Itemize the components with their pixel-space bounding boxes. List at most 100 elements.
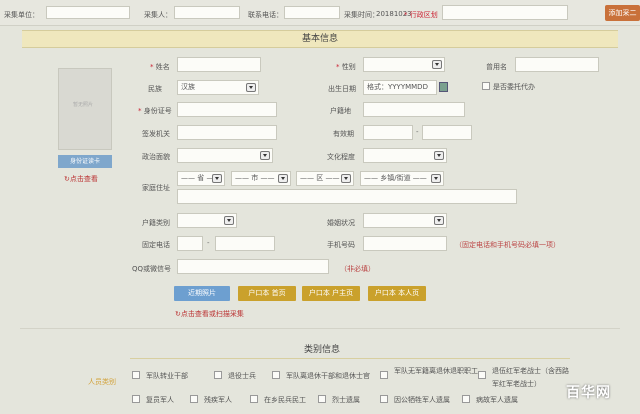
hukou-owner-button[interactable]: 户口本 户主页 (302, 286, 360, 301)
hukou-type-label: 户籍类别 (142, 219, 170, 227)
category-checkbox[interactable] (380, 371, 388, 379)
category-checkbox[interactable] (250, 395, 258, 403)
category-item: 烈士遗属 (332, 396, 360, 404)
street-select[interactable]: —— 乡镇/街道 —— (360, 171, 444, 186)
category-checkbox[interactable] (190, 395, 198, 403)
education-select[interactable] (363, 148, 447, 163)
landline-number-input[interactable] (215, 236, 275, 251)
political-label: 政治面貌 (142, 153, 170, 161)
category-item: 因公牺牲军人遗属 (394, 396, 450, 404)
category-checkbox[interactable] (380, 395, 388, 403)
address-label: 家庭住址 (142, 184, 170, 192)
chevron-down-icon (278, 174, 288, 183)
category-item: 复员军人 (146, 396, 174, 404)
category-item: 病故军人遗属 (476, 396, 518, 404)
qq-label: QQ或微信号 (132, 265, 172, 273)
recent-photo-button[interactable]: 近期照片 (174, 286, 230, 301)
name-input[interactable] (177, 57, 261, 72)
category-checkbox[interactable] (478, 371, 486, 379)
phone-input[interactable] (284, 6, 340, 19)
id-label: 身份证号 (143, 107, 172, 115)
former-name-input[interactable] (515, 57, 599, 72)
category-checkbox[interactable] (132, 395, 140, 403)
issuer-input[interactable] (177, 125, 277, 140)
hukou-label: 户籍地 (330, 107, 351, 115)
mobile-label: 手机号码 (327, 241, 355, 249)
id-input[interactable] (177, 102, 277, 117)
unit-input[interactable] (46, 6, 130, 19)
category-title: 类别信息 (304, 345, 341, 355)
category-item: 军队离退休干部和退休士官 (286, 372, 370, 380)
category-checkbox[interactable] (462, 395, 470, 403)
photo-text: 暂无照片 (73, 102, 94, 108)
click-view-link[interactable]: ↻点击查看 (64, 174, 98, 184)
address-detail-input[interactable] (177, 189, 517, 204)
read-id-card-button[interactable]: 身份证读卡 (58, 155, 112, 168)
political-select[interactable] (177, 148, 273, 163)
marital-label: 婚姻状况 (327, 219, 355, 227)
district-select[interactable]: —— 区 —— (296, 171, 354, 186)
qq-input[interactable] (177, 259, 329, 274)
category-checkbox[interactable] (214, 371, 222, 379)
city-value: —— 市 —— (235, 174, 275, 182)
qq-hint: （非必填） (340, 265, 375, 273)
scan-link-text: 点击查看或扫描采集 (180, 310, 244, 318)
entrust-checkbox[interactable] (482, 82, 490, 90)
chevron-down-icon (431, 174, 441, 183)
mobile-input[interactable] (363, 236, 447, 251)
scan-link[interactable]: ↻点击查看或扫描采集 (175, 309, 244, 319)
photo-placeholder: 暂无照片 (58, 68, 112, 150)
hukou-type-select[interactable] (177, 213, 237, 228)
category-item: 残疾军人 (204, 396, 232, 404)
category-item: 在乡民兵民工 (264, 396, 306, 404)
province-select[interactable]: —— 省 —— (177, 171, 225, 186)
birth-input[interactable]: 格式：YYYYMMDD (363, 80, 437, 95)
phone-label: 联系电话： (248, 11, 283, 19)
phone-hint: （固定电话和手机号码必填一项） (455, 241, 560, 249)
section-divider (20, 328, 620, 329)
chevron-down-icon (246, 83, 256, 92)
education-label: 文化程度 (327, 153, 355, 161)
hukou-self-button[interactable]: 户口本 本人页 (368, 286, 426, 301)
category-checkbox[interactable] (272, 371, 280, 379)
birth-label: 出生日期 (328, 85, 356, 93)
category-line (130, 358, 570, 359)
hukou-front-button[interactable]: 户口本 首页 (238, 286, 296, 301)
chevron-down-icon (341, 174, 351, 183)
time-label: 采集时间： (344, 11, 379, 19)
watermark-logo: 百华网 (566, 385, 611, 401)
hukou-input[interactable] (363, 102, 465, 117)
add-collection-button[interactable]: 添加采二 (605, 5, 640, 21)
unit-label: 采集单位： (4, 11, 39, 19)
region-input[interactable] (442, 5, 568, 20)
basic-info-header: 基本信息 (22, 30, 618, 48)
click-view-text: 点击查看 (69, 175, 98, 183)
validity-label: 有效期 (333, 130, 354, 138)
gender-select[interactable] (363, 57, 445, 72)
ethnic-select[interactable]: 汉族 (177, 80, 259, 95)
marital-select[interactable] (363, 213, 447, 228)
calendar-icon[interactable] (439, 82, 448, 92)
category-side-label: 人员类别 (88, 378, 116, 386)
ethnic-label: 民族 (148, 85, 162, 93)
validity-end-input[interactable] (422, 125, 472, 140)
collector-label: 采集人： (144, 11, 172, 19)
category-item: 退伍红军老战士（含西路军红军老战士） (492, 367, 569, 388)
category-checkbox[interactable] (318, 395, 326, 403)
chevron-down-icon (224, 216, 234, 225)
validity-dash: - (416, 128, 419, 136)
street-value: —— 乡镇/街道 —— (364, 174, 427, 182)
chevron-down-icon (212, 174, 222, 183)
category-item: 军队转业干部 (146, 372, 188, 380)
category-checkbox[interactable] (132, 371, 140, 379)
ethnic-value: 汉族 (181, 83, 195, 91)
gender-label: 性别 (341, 63, 356, 71)
validity-start-input[interactable] (363, 125, 413, 140)
name-label: 姓名 (155, 63, 170, 71)
entrust-label: 是否委托代办 (493, 83, 535, 91)
issuer-label: 签发机关 (142, 130, 170, 138)
chevron-down-icon (260, 151, 270, 160)
city-select[interactable]: —— 市 —— (231, 171, 291, 186)
landline-area-input[interactable] (177, 236, 203, 251)
collector-input[interactable] (174, 6, 240, 19)
